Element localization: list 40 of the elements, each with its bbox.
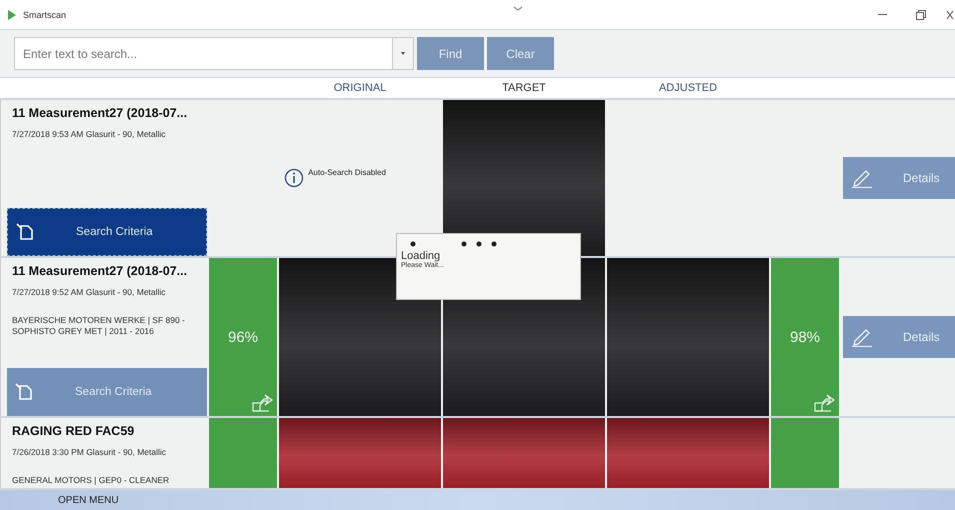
- match-score-panel: [771, 418, 839, 488]
- minimize-icon: [878, 14, 886, 16]
- clear-button[interactable]: Clear: [487, 37, 554, 70]
- pencil-icon: [851, 168, 873, 188]
- dropdown-button[interactable]: [392, 37, 414, 70]
- document-edit-icon: [15, 383, 33, 401]
- app-logo-icon: [6, 8, 18, 20]
- info-icon: [284, 168, 304, 188]
- match-score: 96%: [228, 328, 258, 346]
- search-criteria-button[interactable]: Search Criteria: [7, 368, 207, 416]
- restore-icon: [916, 10, 926, 20]
- caret-icon: [401, 52, 405, 55]
- vehicle-description: BAYERISCHE MOTOREN WERKE | SF 890 - SOPHISTO GREY MET | 2011 - 2016: [11, 315, 186, 338]
- measurement-meta: 7/27/2018 9:53 AM Glasurit - 90, Metallic: [11, 129, 167, 139]
- measurement-title: 11 Measurement27 (2018-07...: [11, 105, 188, 121]
- close-icon: [946, 10, 954, 20]
- vehicle-description: GENERAL MOTORS | GEP0 - CLEANER: [11, 475, 170, 486]
- find-button[interactable]: Find: [417, 37, 484, 70]
- details-button[interactable]: Details: [843, 157, 955, 199]
- pencil-icon: [851, 327, 873, 347]
- search-field[interactable]: Enter text to search...: [14, 37, 392, 70]
- open-menu-label[interactable]: OPEN MENU: [58, 494, 119, 506]
- document-edit-icon: [16, 223, 34, 241]
- share-icon[interactable]: [813, 392, 835, 412]
- match-score: 98%: [790, 328, 820, 346]
- window-title: Smartscan: [23, 10, 66, 20]
- measurement-meta: 7/26/2018 3:30 PM Glasurit - 90, Metallic: [11, 447, 168, 457]
- column-header: ADJUSTED: [658, 82, 718, 94]
- auto-search-notice: Auto-Search Disabled: [308, 168, 386, 176]
- column-header: TARGET: [501, 82, 547, 94]
- loading-title: Loading: [401, 250, 440, 262]
- measurement-title: RAGING RED FAC59: [11, 423, 134, 439]
- column-header: ORIGINAL: [332, 82, 388, 94]
- match-score-panel: [209, 418, 277, 488]
- details-button[interactable]: Details: [843, 316, 955, 358]
- search-criteria-button[interactable]: Search Criteria: [7, 208, 207, 256]
- measurement-meta: 7/27/2018 9:52 AM Glasurit - 90, Metallic: [11, 287, 167, 297]
- share-icon[interactable]: [251, 392, 273, 412]
- measurement-title: 11 Measurement27 (2018-07...: [11, 263, 188, 279]
- chevron-down-icon[interactable]: [513, 6, 523, 12]
